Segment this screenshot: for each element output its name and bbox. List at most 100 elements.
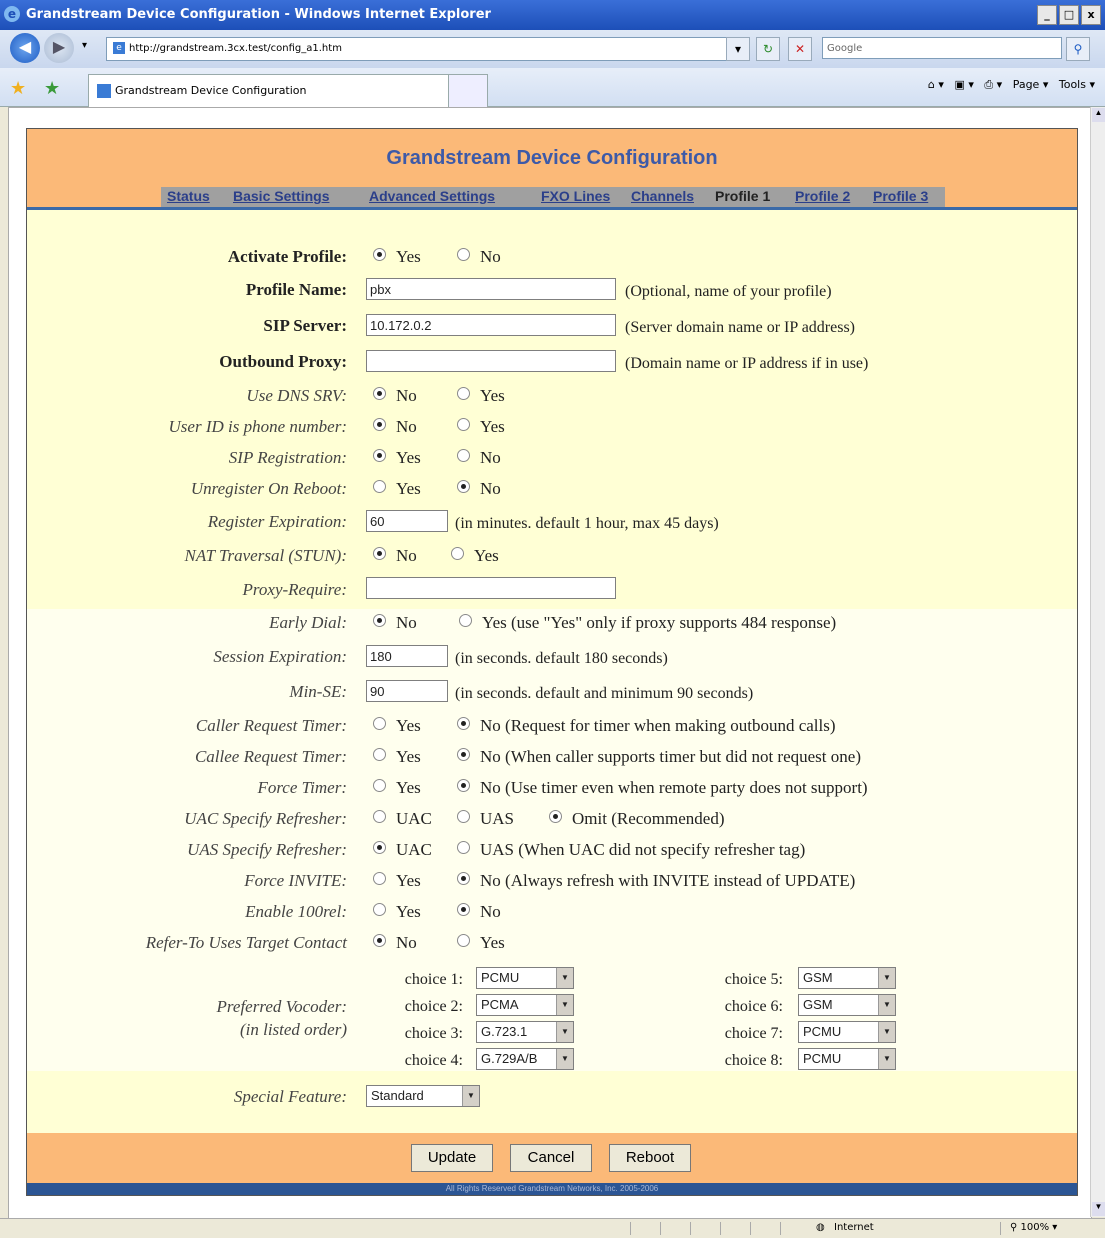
nat-traversal-no[interactable]: No <box>373 546 417 566</box>
radio-unchecked-icon[interactable] <box>457 810 470 823</box>
radio-checked-icon[interactable] <box>373 547 386 560</box>
refer-to-yes[interactable]: Yes <box>457 933 505 953</box>
nav-profile-1[interactable]: Profile 1 <box>715 188 770 204</box>
radio-checked-icon[interactable] <box>457 779 470 792</box>
radio-checked-icon[interactable] <box>373 934 386 947</box>
stop-icon[interactable]: ✕ <box>788 37 812 61</box>
radio-checked-icon[interactable] <box>373 418 386 431</box>
min-se-input[interactable]: 90 <box>366 680 448 702</box>
radio-checked-icon[interactable] <box>373 449 386 462</box>
register-expiration-input[interactable]: 60 <box>366 510 448 532</box>
favorites-star-icon[interactable]: ★ <box>10 78 26 99</box>
home-icon[interactable]: ⌂ ▾ <box>928 78 944 91</box>
update-button[interactable]: Update <box>411 1144 493 1172</box>
proxy-require-input[interactable] <box>366 577 616 599</box>
search-icon[interactable]: ⚲ <box>1066 37 1090 61</box>
outbound-proxy-input[interactable] <box>366 350 616 372</box>
radio-unchecked-icon[interactable] <box>373 872 386 885</box>
refresh-icon[interactable]: ↻ <box>756 37 780 61</box>
choice-4-select[interactable]: G.729A/B ▼ <box>476 1048 574 1070</box>
activate-profile-yes[interactable]: Yes <box>373 247 421 267</box>
close-button[interactable]: x <box>1081 5 1101 25</box>
early-dial-yes[interactable]: Yes (use "Yes" only if proxy supports 48… <box>459 613 836 633</box>
radio-checked-icon[interactable] <box>373 841 386 854</box>
enable-100rel-no[interactable]: No <box>457 902 501 922</box>
radio-unchecked-icon[interactable] <box>373 810 386 823</box>
sip-registration-no[interactable]: No <box>457 448 501 468</box>
radio-unchecked-icon[interactable] <box>457 934 470 947</box>
radio-checked-icon[interactable] <box>373 248 386 261</box>
radio-unchecked-icon[interactable] <box>373 717 386 730</box>
radio-checked-icon[interactable] <box>373 614 386 627</box>
feeds-icon[interactable]: ▣ ▾ <box>954 78 973 91</box>
radio-unchecked-icon[interactable] <box>459 614 472 627</box>
zoom-level[interactable]: ⚲ 100% ▾ <box>1010 1222 1057 1233</box>
uac-refresher-uas[interactable]: UAS <box>457 809 514 829</box>
chevron-down-icon[interactable]: ▼ <box>878 995 895 1015</box>
radio-unchecked-icon[interactable] <box>457 418 470 431</box>
nav-profile-2[interactable]: Profile 2 <box>795 188 850 204</box>
nav-status[interactable]: Status <box>167 188 210 204</box>
use-dns-srv-yes[interactable]: Yes <box>457 386 505 406</box>
radio-checked-icon[interactable] <box>457 717 470 730</box>
cancel-button[interactable]: Cancel <box>510 1144 592 1172</box>
tools-menu[interactable]: Tools ▾ <box>1059 78 1095 91</box>
choice-1-select[interactable]: PCMU ▼ <box>476 967 574 989</box>
choice-8-select[interactable]: PCMU ▼ <box>798 1048 896 1070</box>
radio-unchecked-icon[interactable] <box>373 903 386 916</box>
nat-traversal-yes[interactable]: Yes <box>451 546 499 566</box>
radio-unchecked-icon[interactable] <box>373 779 386 792</box>
radio-checked-icon[interactable] <box>457 480 470 493</box>
unregister-reboot-yes[interactable]: Yes <box>373 479 421 499</box>
radio-unchecked-icon[interactable] <box>457 387 470 400</box>
early-dial-no[interactable]: No <box>373 613 417 633</box>
chevron-down-icon[interactable]: ▼ <box>462 1086 479 1106</box>
radio-unchecked-icon[interactable] <box>457 449 470 462</box>
force-invite-yes[interactable]: Yes <box>373 871 421 891</box>
page-menu[interactable]: Page ▾ <box>1013 78 1049 91</box>
force-timer-yes[interactable]: Yes <box>373 778 421 798</box>
callee-request-timer-no[interactable]: No (When caller supports timer but did n… <box>457 747 861 767</box>
chevron-down-icon[interactable]: ▼ <box>878 968 895 988</box>
chevron-down-icon[interactable]: ▼ <box>878 1022 895 1042</box>
nav-channels[interactable]: Channels <box>631 188 694 204</box>
choice-3-select[interactable]: G.723.1 ▼ <box>476 1021 574 1043</box>
enable-100rel-yes[interactable]: Yes <box>373 902 421 922</box>
radio-unchecked-icon[interactable] <box>457 841 470 854</box>
vertical-scrollbar[interactable]: ▲ ▼ <box>1090 107 1105 1217</box>
scroll-up-icon[interactable]: ▲ <box>1092 108 1105 122</box>
chevron-down-icon[interactable]: ▼ <box>556 1022 573 1042</box>
choice-7-select[interactable]: PCMU ▼ <box>798 1021 896 1043</box>
back-icon[interactable]: ◀ <box>10 33 40 63</box>
url-dropdown-icon[interactable]: ▾ <box>726 37 750 61</box>
session-expiration-input[interactable]: 180 <box>366 645 448 667</box>
search-input[interactable]: Google <box>822 37 1062 59</box>
nav-fxo-lines[interactable]: FXO Lines <box>541 188 610 204</box>
choice-5-select[interactable]: GSM ▼ <box>798 967 896 989</box>
force-timer-no[interactable]: No (Use timer even when remote party doe… <box>457 778 868 798</box>
recent-pages-icon[interactable]: ▾ <box>82 40 87 51</box>
chevron-down-icon[interactable]: ▼ <box>556 968 573 988</box>
chevron-down-icon[interactable]: ▼ <box>556 1049 573 1069</box>
maximize-button[interactable]: □ <box>1059 5 1079 25</box>
refer-to-no[interactable]: No <box>373 933 417 953</box>
radio-checked-icon[interactable] <box>373 387 386 400</box>
chevron-down-icon[interactable]: ▼ <box>878 1049 895 1069</box>
activate-profile-no[interactable]: No <box>457 247 501 267</box>
minimize-button[interactable]: _ <box>1037 5 1057 25</box>
radio-unchecked-icon[interactable] <box>373 748 386 761</box>
choice-6-select[interactable]: GSM ▼ <box>798 994 896 1016</box>
uas-refresher-uac[interactable]: UAC <box>373 840 432 860</box>
radio-checked-icon[interactable] <box>549 810 562 823</box>
sip-registration-yes[interactable]: Yes <box>373 448 421 468</box>
radio-unchecked-icon[interactable] <box>373 480 386 493</box>
chevron-down-icon[interactable]: ▼ <box>556 995 573 1015</box>
scroll-down-icon[interactable]: ▼ <box>1092 1202 1105 1216</box>
add-favorite-icon[interactable]: ★ <box>44 78 60 99</box>
sip-server-input[interactable]: 10.172.0.2 <box>366 314 616 336</box>
radio-checked-icon[interactable] <box>457 872 470 885</box>
radio-checked-icon[interactable] <box>457 748 470 761</box>
uac-refresher-omit[interactable]: Omit (Recommended) <box>549 809 725 829</box>
radio-unchecked-icon[interactable] <box>457 248 470 261</box>
profile-name-input[interactable]: pbx <box>366 278 616 300</box>
